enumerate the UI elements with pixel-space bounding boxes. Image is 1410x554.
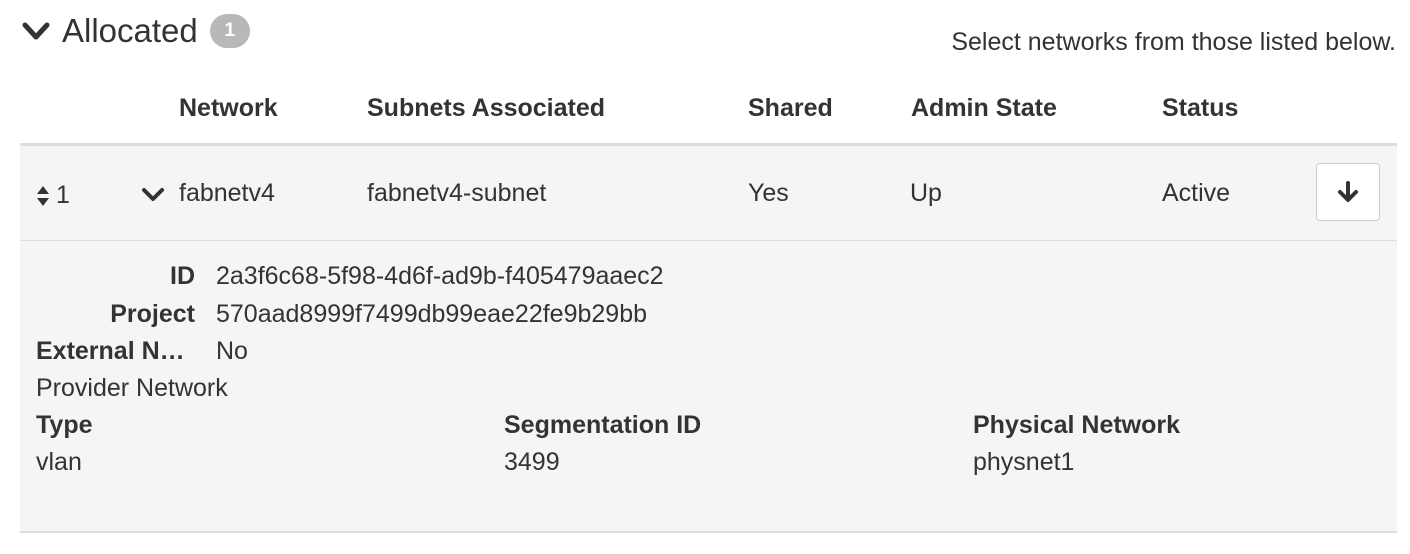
segmentation-id-value: 3499 [504, 448, 560, 476]
chevron-down-icon [22, 22, 50, 40]
column-header-shared: Shared [748, 94, 833, 122]
network-detail: ID 2a3f6c68-5f98-4d6f-ad9b-f405479aaec2 … [20, 241, 1397, 533]
column-header-network: Network [179, 94, 278, 122]
segmentation-id-label: Segmentation ID [504, 411, 702, 439]
external-network-value: No [216, 337, 248, 365]
id-value: 2a3f6c68-5f98-4d6f-ad9b-f405479aaec2 [216, 262, 664, 290]
allocated-section-toggle[interactable]: Allocated 1 [20, 8, 250, 54]
column-header-subnets: Subnets Associated [367, 94, 606, 122]
row-index: 1 [56, 181, 70, 209]
deallocate-button[interactable] [1316, 163, 1380, 221]
id-label: ID [170, 262, 195, 290]
admin-state-value: Up [910, 179, 942, 207]
network-name: fabnetv4 [179, 179, 275, 207]
drag-handle[interactable]: 1 [36, 181, 70, 210]
project-label: Project [110, 300, 195, 328]
physical-network-label: Physical Network [973, 411, 1181, 439]
column-header-status: Status [1162, 94, 1239, 122]
shared-value: Yes [748, 179, 789, 207]
type-label: Type [36, 411, 93, 439]
type-value: vlan [36, 448, 82, 476]
provider-network-title: Provider Network [36, 374, 228, 402]
subnets-associated: fabnetv4-subnet [367, 179, 547, 207]
column-header-admin-state: Admin State [911, 94, 1057, 122]
sort-icon [37, 185, 49, 206]
physical-network-value: physnet1 [973, 448, 1075, 476]
section-title: Allocated [62, 12, 198, 49]
chevron-down-icon[interactable] [140, 184, 166, 206]
arrow-down-icon [1338, 181, 1358, 202]
status-value: Active [1162, 179, 1231, 207]
help-text: Select networks from those listed below. [951, 28, 1396, 56]
allocated-count-badge: 1 [209, 14, 250, 48]
project-value: 570aad8999f7499db99eae22fe9b29bb [216, 300, 648, 328]
external-network-label: External N… [36, 337, 185, 365]
allocated-networks-panel: Allocated 1 Select networks from those l… [0, 0, 1410, 554]
table-row[interactable]: 1 fabnetv4 fabnetv4-subnet Yes Up Active [20, 146, 1397, 241]
